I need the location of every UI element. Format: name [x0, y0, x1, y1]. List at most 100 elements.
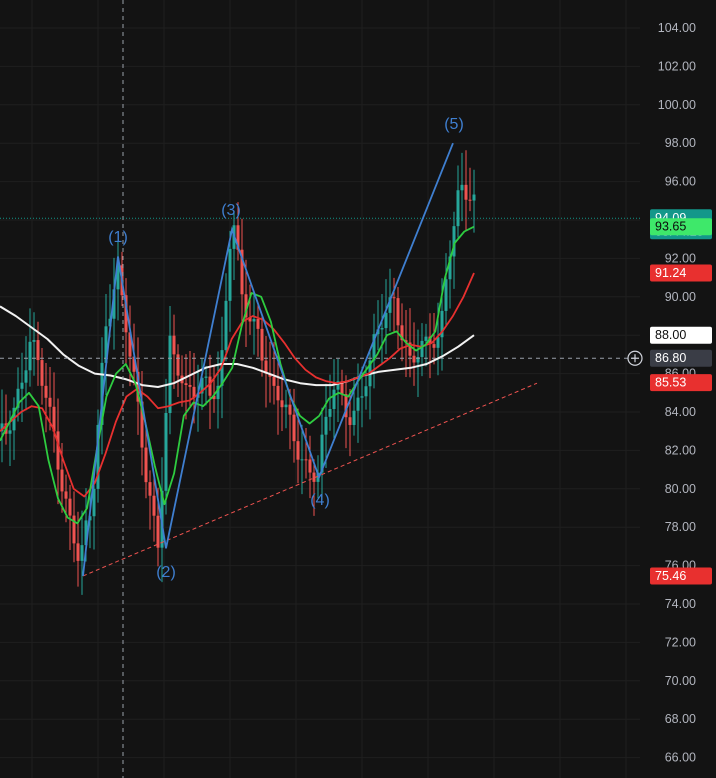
price-tick-label: 74.00 [665, 597, 696, 611]
candle-body [456, 190, 460, 227]
wave-label: (5) [444, 116, 464, 133]
price-tick-label: 98.00 [665, 136, 696, 150]
price-tick-label: 84.00 [665, 405, 696, 419]
candle-body [208, 376, 212, 396]
candle-body [148, 482, 152, 496]
candle-body [308, 459, 312, 473]
candle-body [304, 459, 308, 461]
wave-label: (1) [108, 229, 128, 246]
candle-body [164, 413, 168, 491]
candle-body [392, 297, 396, 299]
candle-body [328, 408, 332, 417]
candle-body [36, 340, 40, 361]
candle-body [468, 199, 472, 201]
candle-body [152, 495, 156, 516]
candle-body [292, 414, 296, 442]
price-tick-label: 66.00 [665, 751, 696, 765]
price-tick-label: 90.00 [665, 290, 696, 304]
candle-body [424, 336, 428, 341]
price-tick-label: 96.00 [665, 175, 696, 189]
price-badge: 91.24 [650, 264, 712, 282]
price-badge-label: 93.65 [655, 220, 686, 234]
candle-body [80, 545, 84, 561]
candle-body [360, 396, 364, 398]
price-tick-label: 68.00 [665, 712, 696, 726]
candle-body [412, 355, 416, 363]
candle-body [184, 383, 188, 386]
candle-body [380, 328, 384, 330]
candle-body [204, 376, 208, 378]
ema-slow-line [0, 272, 475, 498]
candle-body [472, 194, 476, 201]
candle-body [276, 385, 280, 401]
price-tick-label: 70.00 [665, 674, 696, 688]
candle-body [300, 459, 304, 461]
price-badge-label: 91.24 [655, 266, 686, 280]
candle-body [156, 515, 160, 548]
candle-body [260, 328, 264, 361]
candle-body [288, 404, 292, 415]
candle-body [48, 397, 52, 407]
plus-circle-icon[interactable] [627, 350, 643, 366]
wave-label: (3) [221, 202, 241, 219]
wave-label: (4) [310, 492, 330, 509]
candle-body [20, 382, 24, 389]
candle-body [444, 279, 448, 311]
wave-label: (2) [156, 564, 176, 581]
candle-body [8, 430, 12, 434]
candle-body [56, 431, 60, 470]
price-tick-label: 100.00 [658, 98, 696, 112]
price-tick-label: 104.00 [658, 21, 696, 35]
candle-body [296, 441, 300, 460]
candle-body [464, 184, 468, 200]
candle-body [40, 360, 44, 386]
price-tick-label: 72.00 [665, 635, 696, 649]
chart-canvas[interactable]: (1) (2) (3) (4) (5) 104.00 102.00 100.00 98.00 9… [0, 0, 716, 778]
price-badge-label: 88.00 [655, 328, 686, 342]
price-badge-label: 85.53 [655, 376, 686, 390]
candle-body [228, 248, 232, 301]
candle-body [68, 498, 72, 516]
candle-body [432, 344, 436, 348]
candle-body [364, 386, 368, 397]
grid [0, 0, 640, 778]
candle-body [172, 335, 176, 355]
price-badge-label: 75.46 [655, 569, 686, 583]
candle-body [284, 404, 288, 408]
candle-body [24, 370, 28, 383]
candle-body [32, 340, 36, 342]
candle-body [224, 300, 228, 351]
candle-body [256, 318, 260, 329]
price-badge: 93.65 [650, 218, 712, 236]
candle-body [420, 340, 424, 357]
candle-body [332, 389, 336, 409]
candle-body [348, 417, 352, 425]
price-badge: 88.00 [650, 326, 712, 344]
candle-body [460, 184, 464, 191]
candle-body [436, 337, 440, 348]
price-tick-label: 78.00 [665, 520, 696, 534]
candle-body [176, 354, 180, 376]
candle-body [188, 385, 192, 387]
moving-averages [0, 225, 475, 525]
chart-root: (1) (2) (3) (4) (5) 104.00 102.00 100.00 98.00 9… [0, 0, 716, 778]
candle-body [252, 318, 256, 322]
price-badge: 85.53 [650, 374, 712, 392]
candle-body [324, 416, 328, 435]
price-axis: 104.00102.00100.0098.0096.0094.0092.0090… [658, 21, 696, 765]
candle-body [356, 397, 360, 411]
ema-fast-line [0, 225, 475, 525]
price-tick-label: 92.00 [665, 251, 696, 265]
price-badge: 75.46 [650, 567, 712, 585]
candle-body [272, 376, 276, 386]
drawings: (1) (2) (3) (4) (5) [0, 0, 640, 778]
candle-body [64, 491, 68, 499]
price-tick-label: 102.00 [658, 59, 696, 73]
price-badge-label: 86.80 [655, 351, 686, 365]
candle-body [76, 543, 80, 561]
candle-body [352, 410, 356, 425]
price-tick-label: 80.00 [665, 482, 696, 496]
candle-body [396, 298, 400, 326]
candle-body [60, 469, 64, 492]
candle-body [280, 400, 284, 408]
